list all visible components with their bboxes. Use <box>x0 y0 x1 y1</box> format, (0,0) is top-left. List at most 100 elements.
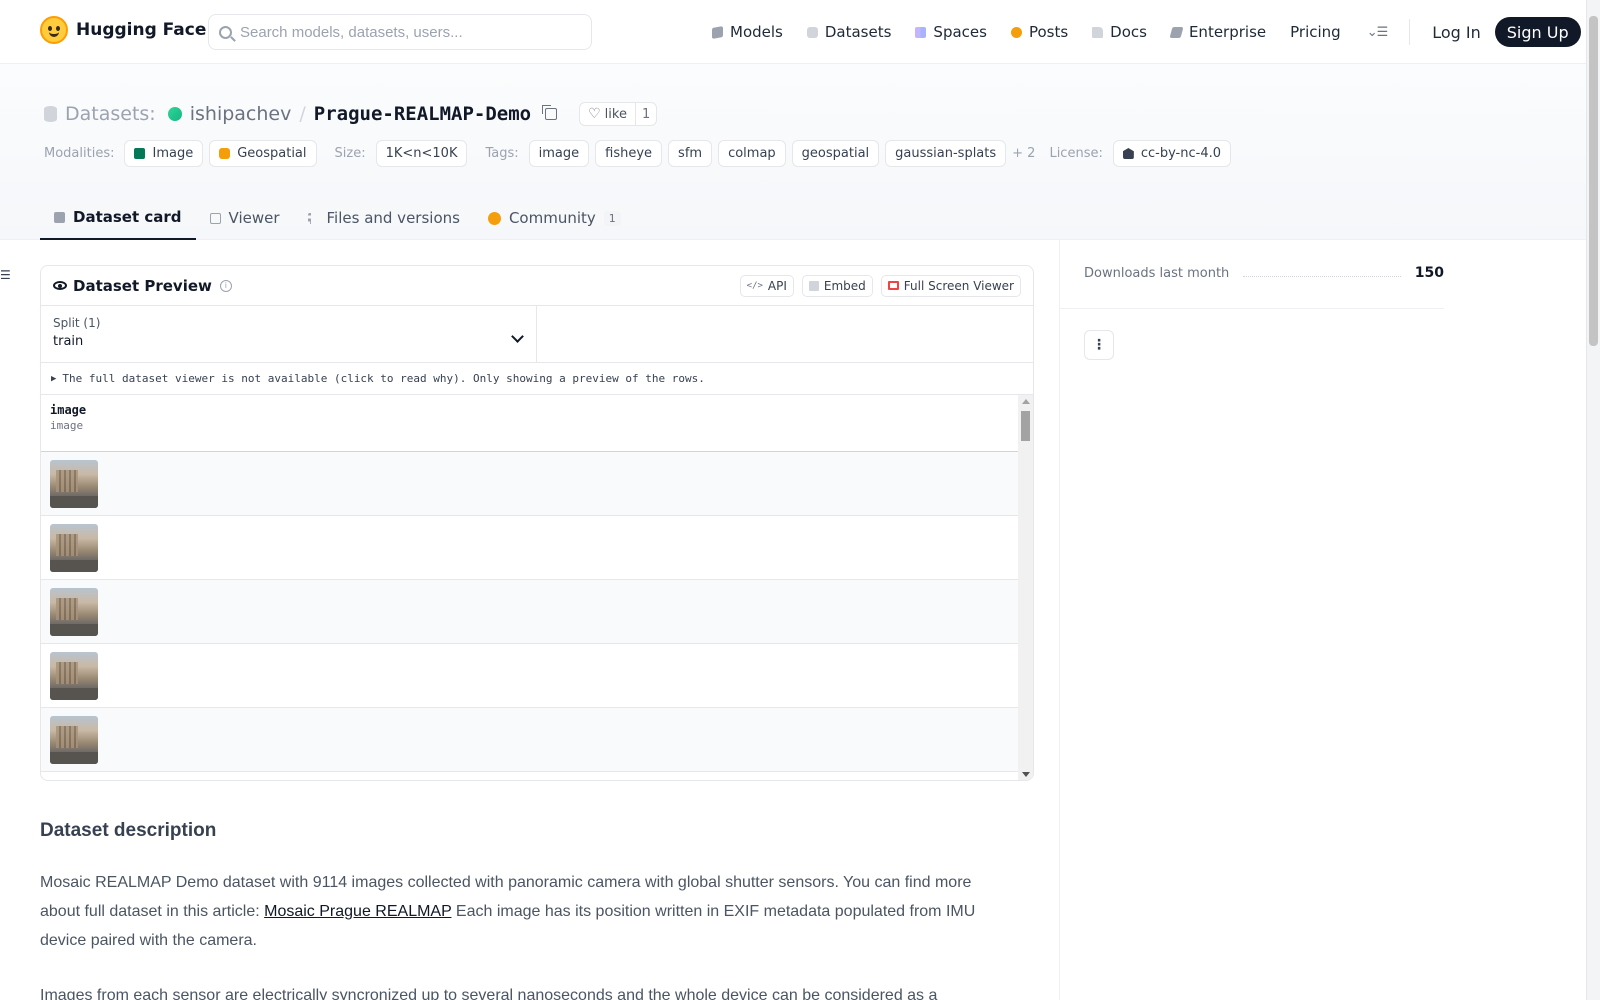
nav-enterprise-label: Enterprise <box>1188 23 1267 41</box>
nav-pricing[interactable]: Pricing <box>1278 14 1353 50</box>
search-box[interactable] <box>208 14 592 50</box>
preview-table: image image <box>41 395 1033 780</box>
tab-viewer[interactable]: Viewer <box>196 196 294 240</box>
modalities-label: Modalities: <box>44 146 115 161</box>
like-count[interactable]: 1 <box>634 103 656 125</box>
tag-chip-colmap[interactable]: colmap <box>718 140 786 167</box>
nav-pricing-label: Pricing <box>1290 23 1341 41</box>
tag-chip-geospatial[interactable]: geospatial <box>791 140 880 167</box>
search-input[interactable] <box>240 23 570 41</box>
tag-chip-image[interactable]: image <box>528 140 590 167</box>
image-thumbnail[interactable] <box>50 524 98 572</box>
more-tags-link[interactable]: + 2 <box>1012 146 1035 161</box>
nav-models-label: Models <box>730 23 783 41</box>
api-button[interactable]: </> API <box>739 274 794 297</box>
fullscreen-icon <box>887 281 899 290</box>
tab-files-and-versions[interactable]: Files and versions <box>294 196 474 240</box>
nav-enterprise[interactable]: Enterprise <box>1159 14 1278 50</box>
geospatial-icon <box>219 148 231 159</box>
notice-text: The full dataset viewer is not available… <box>62 372 705 385</box>
more-menu-icon[interactable]: ⌄☰ <box>1353 25 1402 40</box>
api-label: API <box>767 278 787 293</box>
full-screen-viewer-button[interactable]: Full Screen Viewer <box>880 274 1021 297</box>
downloads-row: Downloads last month 150 <box>1084 265 1444 281</box>
embed-button[interactable]: Embed <box>801 274 873 297</box>
files-icon <box>307 212 319 224</box>
column-header-image[interactable]: image image <box>41 395 1033 452</box>
description-paragraph-2: Images from each sensor are electrically… <box>40 987 938 1000</box>
scroll-down-icon[interactable] <box>1022 772 1030 777</box>
like-button[interactable]: ♡ like 1 <box>579 102 658 126</box>
article-link[interactable]: Mosaic Prague REALMAP <box>264 903 451 920</box>
embed-icon <box>808 280 819 291</box>
tag-row: Modalities: Image Geospatial Size: 1K<n<… <box>44 140 1231 167</box>
size-label: Size: <box>334 146 366 161</box>
nav-spaces-label: Spaces <box>933 23 987 41</box>
scroll-up-icon[interactable] <box>1022 399 1030 404</box>
tab-community[interactable]: Community 1 <box>474 196 635 240</box>
community-icon <box>487 211 501 225</box>
like-label: like <box>604 106 627 122</box>
nav-divider <box>1409 19 1411 45</box>
scroll-thumb[interactable] <box>1021 411 1030 441</box>
embed-label: Embed <box>823 278 866 293</box>
nav-spaces[interactable]: Spaces <box>903 14 999 50</box>
preview-header: Dataset Preview i </> API Embed Full Scre… <box>41 266 1033 306</box>
preview-title: Dataset Preview <box>73 276 212 295</box>
more-options-icon[interactable]: ⋮ <box>1084 330 1114 360</box>
nav-posts-label: Posts <box>1028 23 1069 41</box>
signup-button[interactable]: Sign Up <box>1494 17 1581 47</box>
repo-tabs: Dataset card Viewer Files and versions C… <box>40 196 635 240</box>
tag-chip-sfm[interactable]: sfm <box>668 140 713 167</box>
table-row[interactable] <box>41 516 1020 580</box>
split-select[interactable]: Split (1) train <box>41 306 537 362</box>
tag-chip-gaussian-splats[interactable]: gaussian-splats <box>885 140 1007 167</box>
nav-posts[interactable]: Posts <box>999 14 1080 50</box>
sidebar-divider <box>1060 308 1444 309</box>
nav-datasets[interactable]: Datasets <box>795 14 904 50</box>
modality-chip-image[interactable]: Image <box>124 140 204 167</box>
license-chip[interactable]: cc-by-nc-4.0 <box>1112 140 1231 167</box>
breadcrumb-section[interactable]: Datasets: <box>65 103 156 125</box>
tab-label: Dataset card <box>73 208 182 226</box>
image-thumbnail[interactable] <box>50 652 98 700</box>
table-scrollbar[interactable] <box>1018 395 1033 780</box>
info-icon[interactable]: i <box>219 279 232 292</box>
page-scroll-thumb[interactable] <box>1589 16 1598 346</box>
breadcrumb: Datasets: ishipachev / Prague-REALMAP-De… <box>44 102 658 126</box>
chip-label: cc-by-nc-4.0 <box>1140 146 1221 161</box>
disclosure-triangle-icon: ▶ <box>51 373 57 384</box>
tab-dataset-card[interactable]: Dataset card <box>40 196 196 240</box>
tab-label: Viewer <box>228 209 280 227</box>
nav-models[interactable]: Models <box>700 14 795 50</box>
fullscreen-label: Full Screen Viewer <box>903 278 1014 293</box>
viewer-unavailable-notice[interactable]: ▶ The full dataset viewer is not availab… <box>41 363 1033 395</box>
table-row[interactable] <box>41 580 1020 644</box>
modality-chip-geospatial[interactable]: Geospatial <box>209 140 317 167</box>
nav-docs[interactable]: Docs <box>1080 14 1159 50</box>
size-chip[interactable]: 1K<n<10K <box>375 140 468 167</box>
copy-icon[interactable] <box>542 105 558 120</box>
breadcrumb-owner[interactable]: ishipachev <box>190 103 292 125</box>
table-row[interactable] <box>41 644 1020 708</box>
code-icon: </> <box>746 280 763 291</box>
license-label: License: <box>1049 146 1103 161</box>
tag-chip-fisheye[interactable]: fisheye <box>595 140 663 167</box>
home-logo-link[interactable]: Hugging Face <box>40 16 206 44</box>
table-row[interactable] <box>41 452 1020 516</box>
repo-name[interactable]: Prague-REALMAP-Demo <box>314 103 531 125</box>
hugging-face-logo-icon <box>40 16 68 44</box>
breadcrumb-separator: / <box>299 103 306 125</box>
toc-toggle-icon[interactable]: ☰ <box>0 268 11 282</box>
split-value: train <box>53 334 84 349</box>
split-row: Split (1) train <box>41 306 1033 363</box>
page-scrollbar[interactable] <box>1586 0 1600 1000</box>
login-button[interactable]: Log In <box>1418 23 1495 42</box>
description-paragraph: Mosaic REALMAP Demo dataset with 9114 im… <box>40 868 980 955</box>
right-sidebar: Downloads last month 150 ⋮ <box>1059 240 1586 1000</box>
image-thumbnail[interactable] <box>50 460 98 508</box>
table-row[interactable] <box>41 708 1020 772</box>
image-thumbnail[interactable] <box>50 588 98 636</box>
image-thumbnail[interactable] <box>50 716 98 764</box>
split-label: Split (1) <box>53 316 101 330</box>
